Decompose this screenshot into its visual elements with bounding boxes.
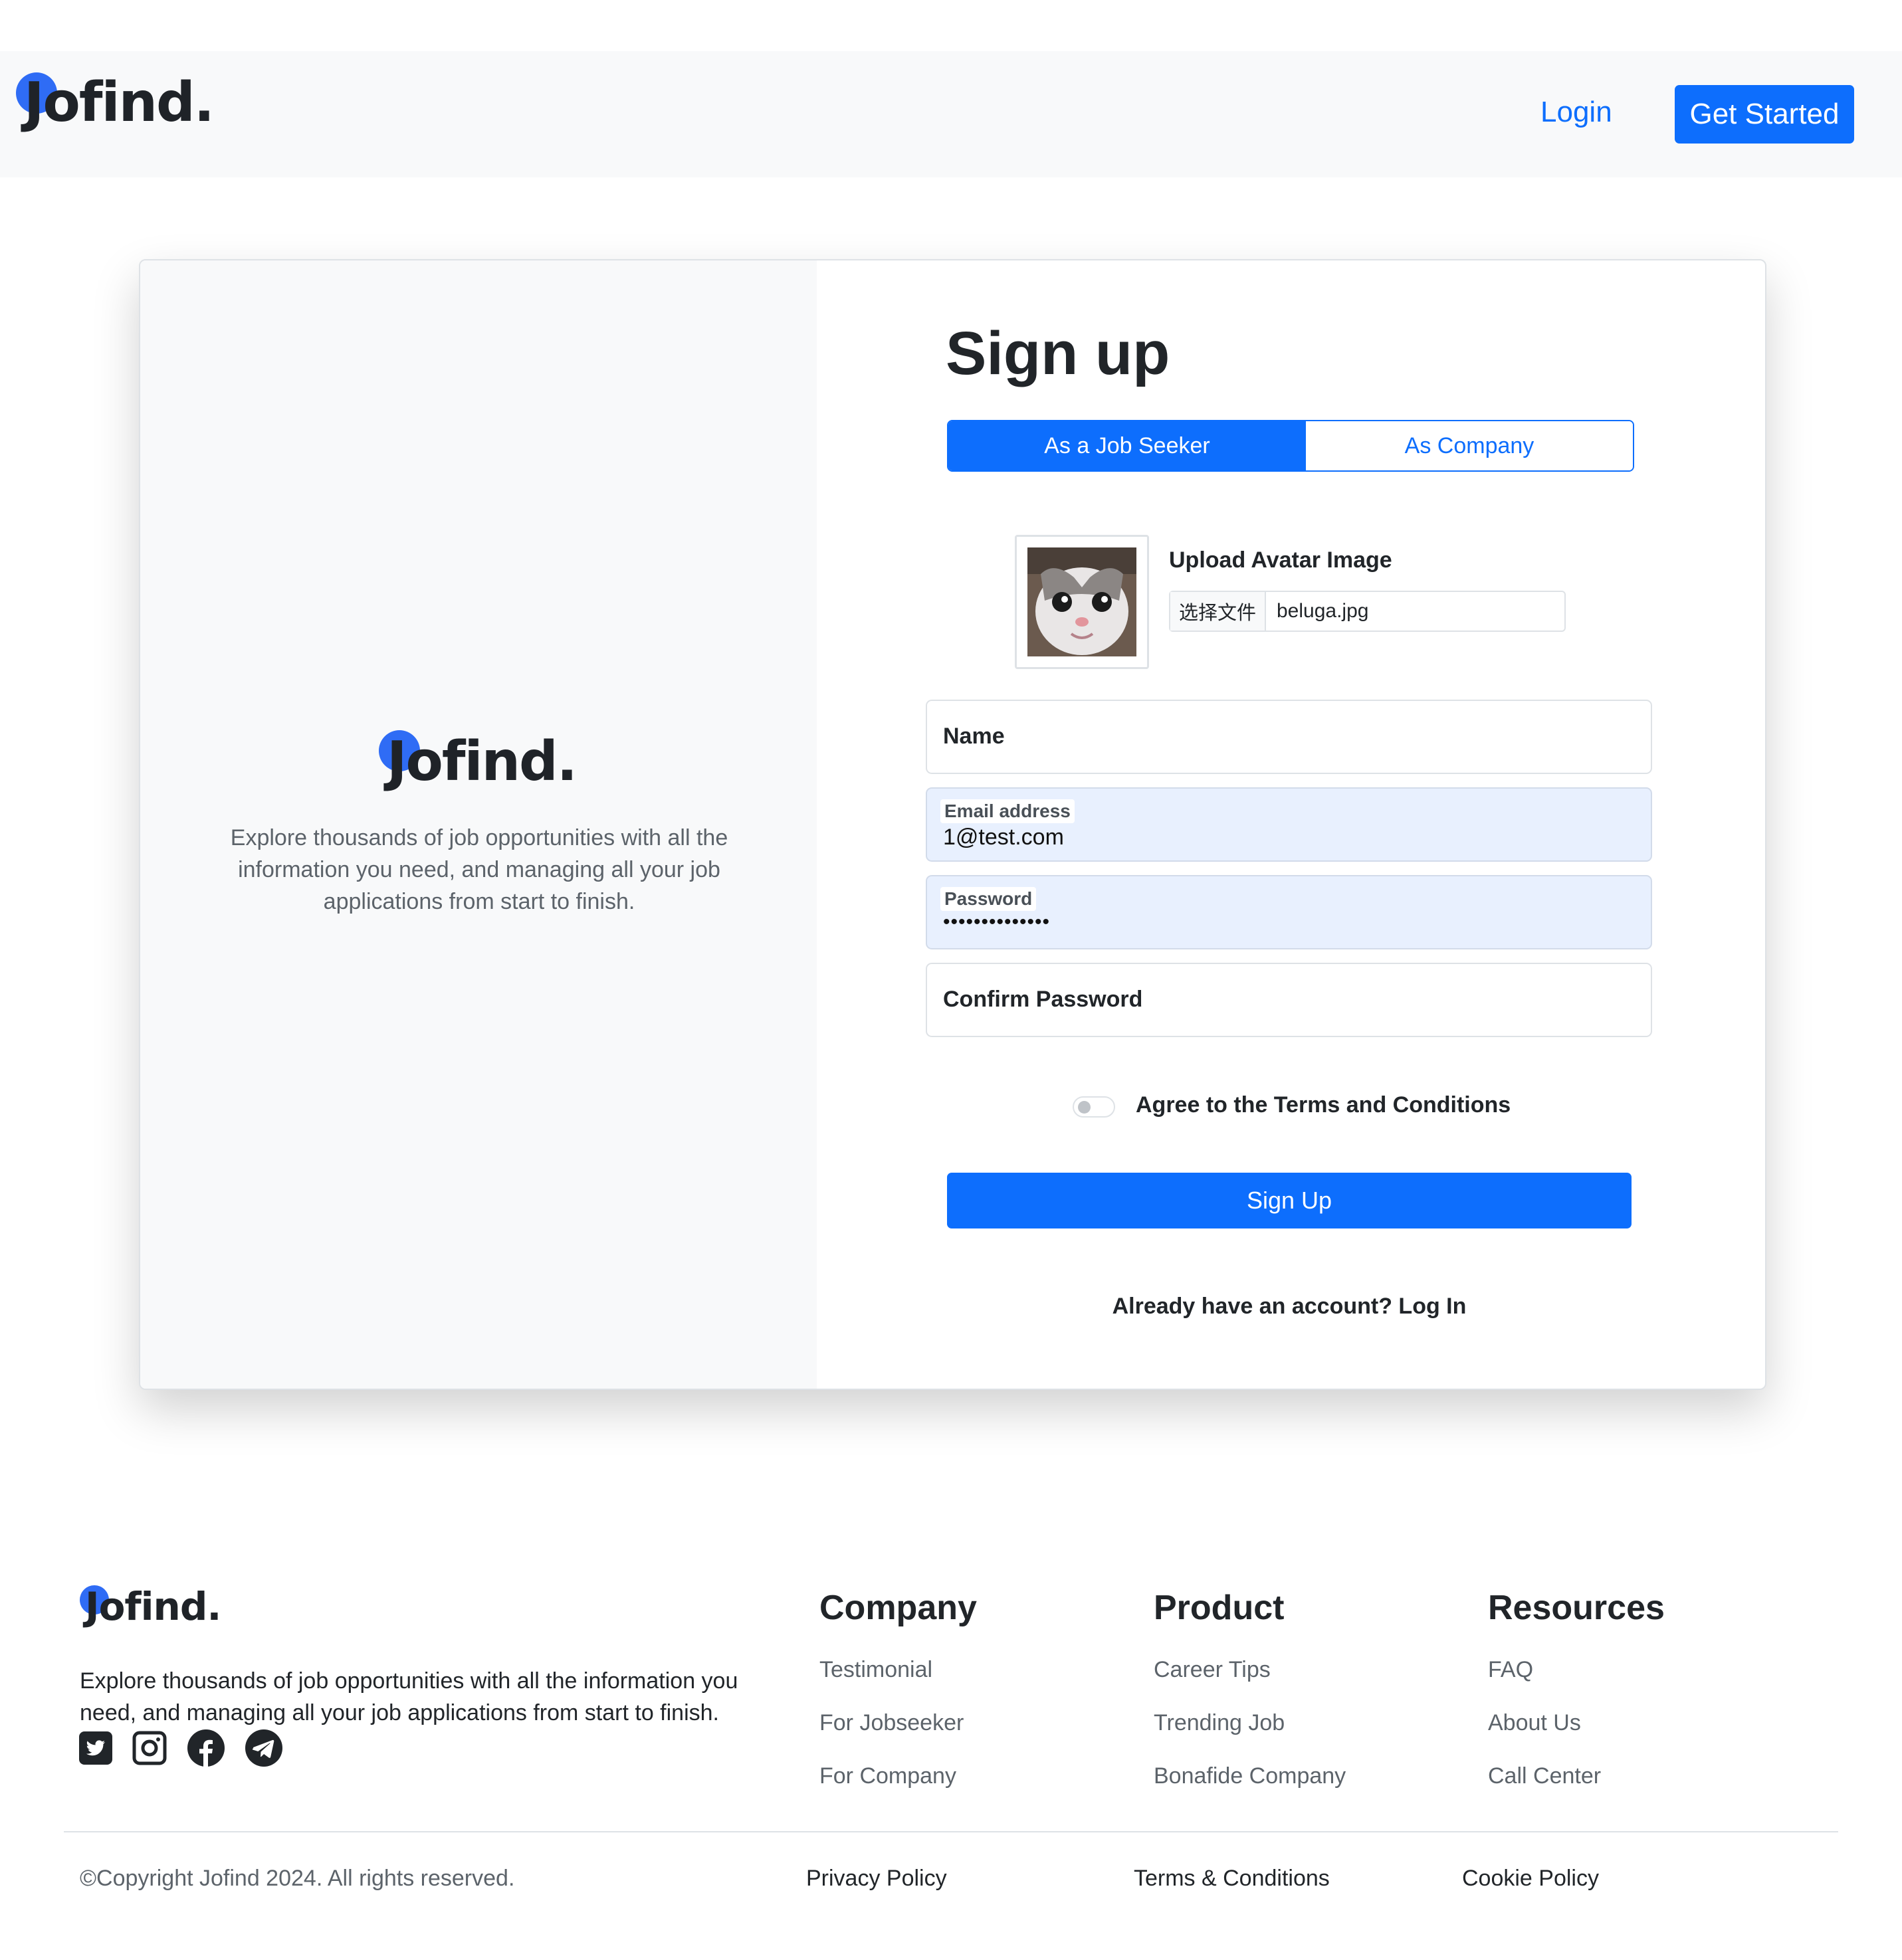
get-started-button[interactable]: Get Started [1675, 85, 1854, 144]
confirm-password-field-label: Confirm Password [943, 987, 1143, 1012]
sign-up-button[interactable]: Sign Up [947, 1173, 1632, 1228]
brand-tagline: Explore thousands of job opportunities w… [230, 825, 728, 914]
selected-file-name: beluga.jpg [1277, 600, 1369, 622]
page-title: Sign up [946, 320, 1170, 387]
instagram-icon[interactable] [132, 1731, 167, 1765]
footer-divider [64, 1831, 1838, 1832]
email-field[interactable]: Email address 1@test.com [926, 787, 1652, 862]
footer-link-for-company[interactable]: For Company [819, 1763, 956, 1789]
footer-link-for-jobseeker[interactable]: For Jobseeker [819, 1710, 964, 1736]
tab-company[interactable]: As Company [1306, 421, 1633, 470]
avatar-file-input[interactable]: 选择文件 beluga.jpg [1169, 591, 1566, 632]
email-field-value: 1@test.com [943, 825, 1064, 850]
brand-panel: Jofind. Explore thousands of job opportu… [140, 260, 817, 1389]
logo-text: Jofind. [24, 71, 215, 134]
facebook-icon[interactable] [187, 1729, 225, 1767]
name-field[interactable]: Name [926, 700, 1652, 774]
logo-text: Jofind. [387, 730, 578, 793]
footer-link-faq[interactable]: FAQ [1488, 1657, 1533, 1683]
password-field-value: •••••••••••••• [943, 911, 1051, 933]
footer-link-trending-job[interactable]: Trending Job [1154, 1710, 1285, 1736]
name-field-label: Name [943, 724, 1005, 749]
signup-card: Jofind. Explore thousands of job opportu… [139, 259, 1766, 1390]
footer-link-testimonial[interactable]: Testimonial [819, 1657, 932, 1683]
footer-logo[interactable]: Jofind. [78, 1583, 225, 1636]
brand-panel-logo: Jofind. [377, 729, 590, 802]
password-field[interactable]: Password •••••••••••••• [926, 875, 1652, 949]
navbar-logo[interactable]: Jofind. [15, 68, 215, 135]
footer-col-resources-title: Resources [1488, 1589, 1665, 1627]
email-field-label: Email address [940, 799, 1075, 823]
confirm-password-field[interactable]: Confirm Password [926, 963, 1652, 1037]
twitter-icon[interactable] [78, 1731, 113, 1765]
footer-tagline: Explore thousands of job opportunities w… [80, 1668, 738, 1725]
navbar: Jofind. Login Get Started [0, 51, 1902, 177]
password-field-label: Password [940, 887, 1037, 911]
nav-login-link[interactable]: Login [1540, 96, 1612, 129]
terms-toggle[interactable] [1073, 1096, 1115, 1118]
avatar-cat-image [1027, 547, 1136, 656]
avatar-preview [1015, 535, 1149, 669]
footer-col-product-title: Product [1154, 1589, 1285, 1627]
login-prompt-link[interactable]: Already have an account? Log In [947, 1294, 1632, 1320]
cookie-policy-link[interactable]: Cookie Policy [1462, 1866, 1599, 1892]
footer-link-career-tips[interactable]: Career Tips [1154, 1657, 1271, 1683]
telegram-icon[interactable] [245, 1729, 283, 1767]
toggle-knob [1078, 1101, 1091, 1114]
tab-job-seeker[interactable]: As a Job Seeker [948, 421, 1306, 470]
footer-link-bonafide-company[interactable]: Bonafide Company [1154, 1763, 1346, 1789]
footer-link-about-us[interactable]: About Us [1488, 1710, 1581, 1736]
privacy-policy-link[interactable]: Privacy Policy [806, 1866, 947, 1892]
logo-text: Jofind. [85, 1584, 221, 1629]
footer-link-call-center[interactable]: Call Center [1488, 1763, 1601, 1789]
footer-col-company-title: Company [819, 1589, 977, 1627]
terms-label[interactable]: Agree to the Terms and Conditions [1136, 1092, 1511, 1118]
terms-conditions-link[interactable]: Terms & Conditions [1134, 1866, 1330, 1892]
copyright-text: ©Copyright Jofind 2024. All rights reser… [80, 1866, 515, 1891]
choose-file-button[interactable]: 选择文件 [1170, 592, 1266, 631]
account-type-tabs: As a Job Seeker As Company [947, 420, 1634, 472]
avatar-upload-label: Upload Avatar Image [1169, 547, 1392, 573]
